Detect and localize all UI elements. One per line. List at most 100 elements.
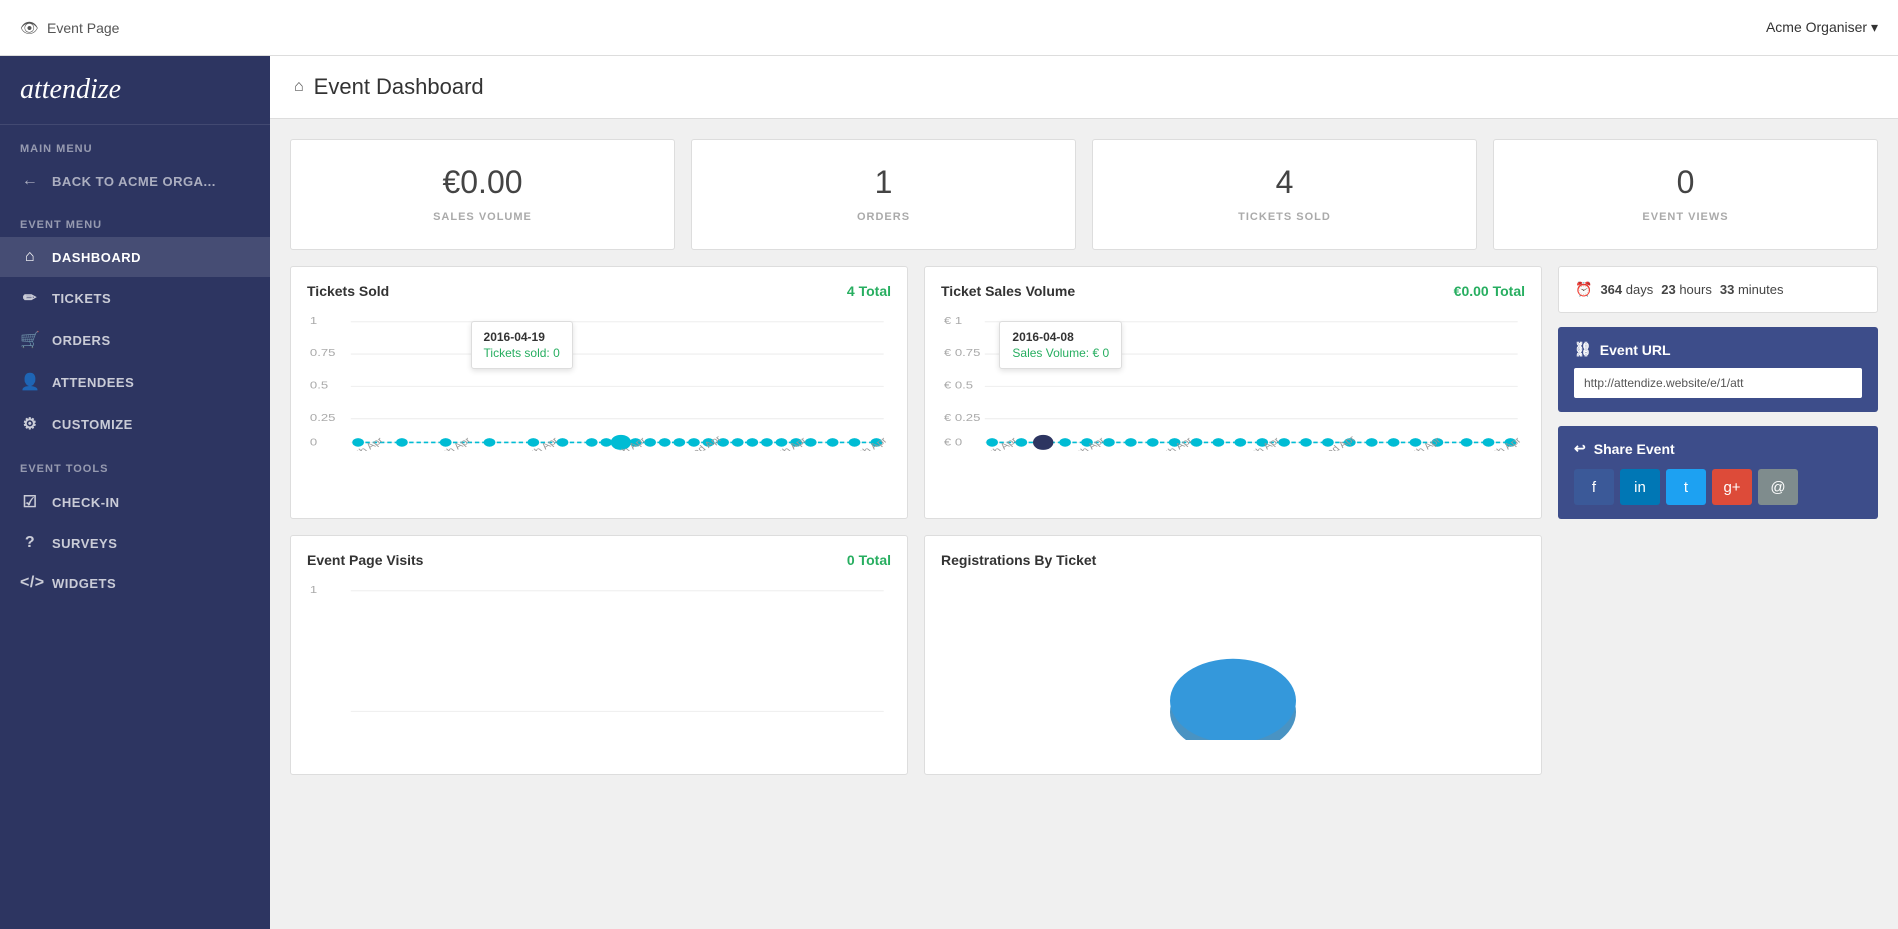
- stats-row: €0.00 SALES VOLUME 1 ORDERS 4 TICKETS SO…: [290, 139, 1878, 250]
- page-title-dashboard: Event Dashboard: [314, 74, 484, 100]
- attendees-label: ATTENDEES: [52, 375, 134, 390]
- orders-value: 1: [712, 164, 1055, 201]
- event-url-card: ⛓ Event URL: [1558, 327, 1878, 412]
- orders-label: ORDERS: [52, 333, 111, 348]
- page-visits-chart-area: 1: [307, 580, 891, 740]
- svg-text:0.75: 0.75: [310, 349, 336, 359]
- sales-volume-chart: Ticket Sales Volume €0.00 Total € 1 € 0.…: [924, 266, 1542, 519]
- share-twitter-button[interactable]: t: [1666, 469, 1706, 505]
- sidebar-item-customize[interactable]: ⚙ CUSTOMIZE: [0, 403, 270, 445]
- event-url-title-row: ⛓ Event URL: [1574, 341, 1862, 358]
- share-googleplus-button[interactable]: g+: [1712, 469, 1752, 505]
- tooltip-value: Tickets sold: 0: [484, 346, 560, 360]
- svg-text:19th Apr: 19th Apr: [1242, 436, 1284, 451]
- tickets-sold-total: 4 Total: [847, 283, 891, 299]
- svg-text:10th Apr: 10th Apr: [979, 436, 1021, 451]
- topbar-left: 👁 Event Page: [20, 19, 119, 37]
- event-page-visits-card: Event Page Visits 0 Total 1: [290, 535, 908, 775]
- tickets-sold-svg: 1 0.75 0.5 0.25 0: [307, 311, 891, 451]
- sales-volume-tooltip: 2016-04-08 Sales Volume: € 0: [999, 321, 1122, 369]
- right-column: ⏰ 364 days 23 hours 33 minutes: [1558, 266, 1878, 519]
- logo-text: attendize: [20, 74, 121, 105]
- sidebar-item-tickets[interactable]: ✏ TICKETS: [0, 277, 270, 319]
- tooltip-date: 2016-04-19: [484, 330, 560, 344]
- customize-icon: ⚙: [20, 414, 40, 434]
- checkin-icon: ☑: [20, 492, 40, 512]
- svg-text:€ 0: € 0: [944, 438, 962, 448]
- svg-text:€ 0.5: € 0.5: [944, 381, 973, 391]
- sidebar-item-dashboard[interactable]: ⌂ DASHBOARD: [0, 237, 270, 277]
- stat-orders: 1 ORDERS: [691, 139, 1076, 250]
- sales-volume-label: SALES VOLUME: [433, 211, 532, 223]
- share-buttons: f in t g+ @: [1574, 469, 1862, 505]
- share-email-button[interactable]: @: [1758, 469, 1798, 505]
- link-icon: ⛓: [1574, 341, 1592, 358]
- event-page-link[interactable]: Event Page: [47, 20, 119, 36]
- sv-tooltip-value: Sales Volume: € 0: [1012, 346, 1109, 360]
- share-linkedin-button[interactable]: in: [1620, 469, 1660, 505]
- page-header: ⌂ Event Page Event Dashboard: [270, 56, 1898, 119]
- svg-text:16th Apr: 16th Apr: [1154, 436, 1196, 451]
- attendees-icon: 👤: [20, 372, 40, 392]
- timer-hours: 23 hours: [1661, 282, 1712, 297]
- svg-text:25th Apr: 25th Apr: [1402, 436, 1444, 451]
- timer-minutes: 33 minutes: [1720, 282, 1784, 297]
- back-icon: ←: [20, 172, 40, 190]
- svg-text:€ 0.25: € 0.25: [944, 413, 980, 423]
- sidebar-item-checkin[interactable]: ☑ CHECK-IN: [0, 481, 270, 523]
- pie-svg: [1163, 600, 1303, 740]
- widgets-icon: </>: [20, 574, 40, 592]
- clock-icon: ⏰: [1575, 281, 1592, 298]
- bottom-right-spacer: [1558, 535, 1878, 775]
- svg-text:10th Apr: 10th Apr: [345, 436, 387, 451]
- tickets-sold-tooltip: 2016-04-19 Tickets sold: 0: [471, 321, 573, 369]
- sidebar-item-widgets[interactable]: </> WIDGETS: [0, 563, 270, 603]
- surveys-label: SURVEYS: [52, 536, 117, 551]
- eye-icon: 👁: [20, 19, 39, 37]
- checkin-label: CHECK-IN: [52, 495, 120, 510]
- tickets-label: TICKETS: [52, 291, 111, 306]
- svg-text:€ 1: € 1: [944, 316, 962, 326]
- tickets-sold-header: Tickets Sold 4 Total: [307, 283, 891, 299]
- tickets-sold-label: TICKETS SOLD: [1238, 211, 1331, 223]
- sidebar-item-orders[interactable]: 🛒 ORDERS: [0, 319, 270, 361]
- topbar: 👁 Event Page Acme Organiser ▾: [0, 0, 1898, 56]
- sv-tooltip-date: 2016-04-08: [1012, 330, 1109, 344]
- svg-text:25th Apr: 25th Apr: [768, 436, 810, 451]
- sidebar-item-back[interactable]: ← BACK TO ACME ORGA...: [0, 161, 270, 201]
- sidebar-item-attendees[interactable]: 👤 ATTENDEES: [0, 361, 270, 403]
- customize-label: CUSTOMIZE: [52, 417, 133, 432]
- share-facebook-button[interactable]: f: [1574, 469, 1614, 505]
- widgets-label: WIDGETS: [52, 576, 116, 591]
- registrations-header: Registrations By Ticket: [941, 552, 1525, 568]
- orders-label: ORDERS: [857, 211, 910, 223]
- main-grid: Tickets Sold 4 Total 1 0.75 0.5 0.25 0: [290, 266, 1878, 519]
- page-visits-svg: 1: [307, 580, 891, 720]
- main-menu-label: MAIN MENU: [0, 125, 270, 161]
- surveys-icon: ?: [20, 534, 40, 552]
- bottom-grid: Event Page Visits 0 Total 1 Regist: [290, 535, 1878, 775]
- share-icon: ↩: [1574, 440, 1586, 457]
- svg-text:1: 1: [310, 585, 317, 595]
- share-event-title: Share Event: [1594, 441, 1675, 457]
- dashboard-icon: ⌂: [20, 248, 40, 266]
- tickets-sold-value: 4: [1113, 164, 1456, 201]
- organiser-menu[interactable]: Acme Organiser ▾: [1766, 19, 1878, 36]
- svg-text:0.5: 0.5: [310, 381, 328, 391]
- page-visits-total: 0 Total: [847, 552, 891, 568]
- layout: attendize MAIN MENU ← BACK TO ACME ORGA.…: [0, 56, 1898, 929]
- svg-text:1: 1: [310, 316, 317, 326]
- event-url-input[interactable]: [1574, 368, 1862, 398]
- registrations-title: Registrations By Ticket: [941, 552, 1096, 568]
- tickets-sold-chart-area: 1 0.75 0.5 0.25 0: [307, 311, 891, 471]
- timer-days: 364 days: [1600, 282, 1653, 297]
- sales-volume-total: €0.00 Total: [1454, 283, 1525, 299]
- pie-chart-area: [941, 580, 1525, 740]
- sidebar-item-surveys[interactable]: ? SURVEYS: [0, 523, 270, 563]
- event-menu-label: EVENT MENU: [0, 201, 270, 237]
- sales-volume-value: €0.00: [311, 164, 654, 201]
- stat-event-views: 0 EVENT VIEWS: [1493, 139, 1878, 250]
- event-url-title: Event URL: [1600, 342, 1671, 358]
- share-event-title-row: ↩ Share Event: [1574, 440, 1862, 457]
- event-tools-label: EVENT TOOLS: [0, 445, 270, 481]
